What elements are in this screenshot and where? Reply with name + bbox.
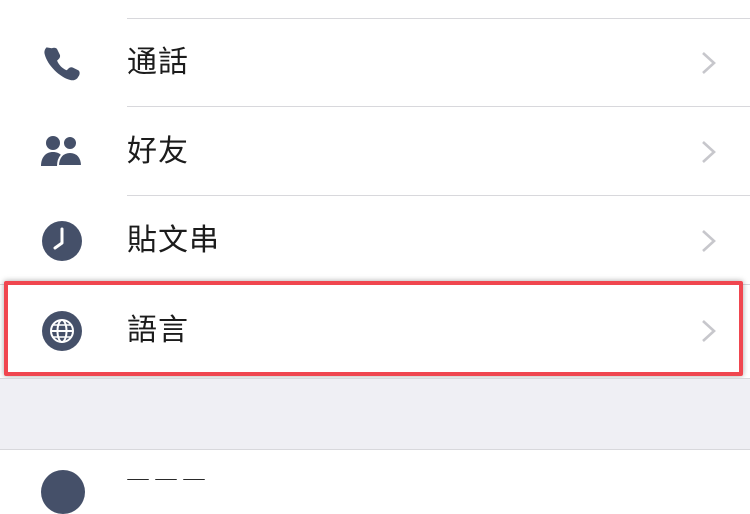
row-divider	[0, 284, 750, 285]
row-divider	[127, 195, 750, 196]
clock-icon	[42, 221, 82, 261]
globe-icon	[42, 311, 82, 351]
settings-item-calls[interactable]: 通話	[0, 19, 750, 107]
settings-item-label: 貼文串	[127, 223, 220, 258]
settings-item-friends[interactable]: 好友	[0, 108, 750, 196]
settings-list: 通話 好友 貼文串 語言	[0, 0, 750, 380]
settings-item-partial[interactable]	[0, 450, 750, 514]
settings-item-language[interactable]: 語言	[0, 287, 750, 375]
partial-label-glyphs	[127, 470, 247, 480]
settings-item-label: 語言	[127, 313, 189, 348]
chevron-right-icon	[702, 320, 716, 342]
settings-item-label: 通話	[127, 45, 189, 80]
phone-icon	[44, 47, 80, 81]
section-top-line	[0, 378, 750, 379]
settings-item-label: 好友	[127, 134, 189, 169]
chevron-right-icon	[702, 230, 716, 252]
settings-item-timeline[interactable]: 貼文串	[0, 197, 750, 285]
row-divider	[127, 106, 750, 107]
chevron-right-icon	[702, 52, 716, 74]
section-gap	[0, 378, 750, 450]
chevron-right-icon	[702, 141, 716, 163]
item-icon	[41, 470, 85, 514]
friends-icon	[41, 135, 84, 167]
